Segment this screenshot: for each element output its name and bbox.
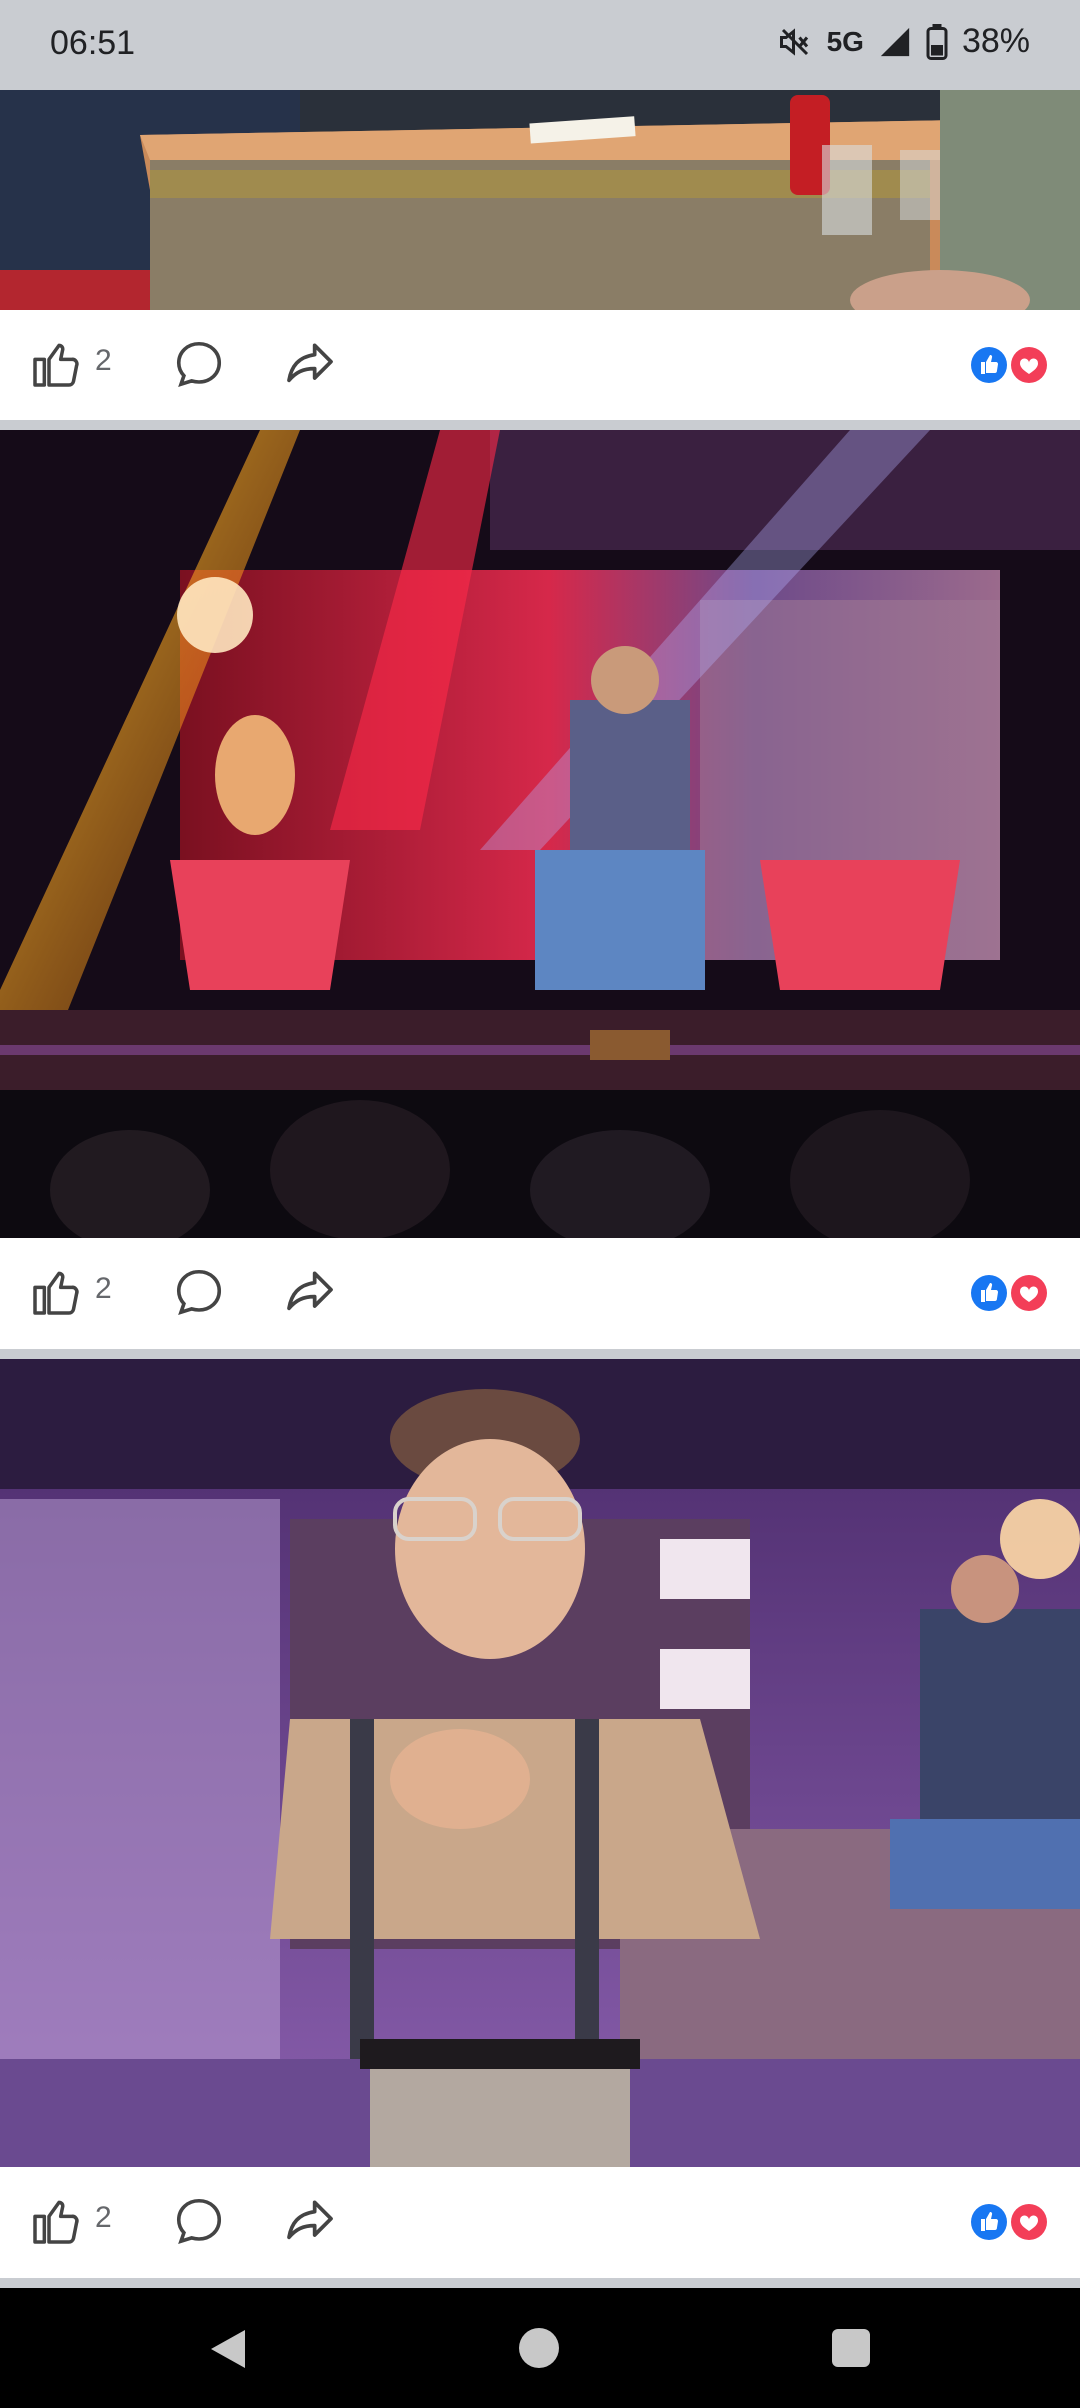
photo-performer (0, 1359, 1080, 2167)
post-action-bar: 2 (0, 1238, 1080, 1350)
post-action-bar: 2 (0, 2167, 1080, 2279)
post-divider (0, 2278, 1080, 2288)
post-divider (0, 420, 1080, 430)
mute-icon (779, 27, 808, 56)
battery-percent: 38% (961, 22, 1030, 60)
status-bar: 06:51 5G 38% (0, 0, 1080, 90)
status-time: 06:51 (50, 24, 136, 62)
post-photo[interactable] (0, 430, 1080, 1238)
status-icons: 5G 38% (777, 22, 1030, 61)
reactions-summary[interactable] (966, 1270, 1050, 1316)
system-nav-bar (0, 2288, 1080, 2408)
battery-icon (926, 23, 948, 60)
signal-icon (880, 27, 910, 56)
post-photo[interactable] (0, 90, 1080, 310)
recents-icon[interactable] (832, 2329, 870, 2367)
like-count: 2 (95, 1272, 112, 1305)
reactions-summary[interactable] (966, 2199, 1050, 2245)
network-type: 5G (826, 25, 864, 57)
like-icon[interactable] (28, 336, 84, 392)
reactions-summary[interactable] (966, 342, 1050, 388)
comment-icon[interactable] (172, 2193, 226, 2249)
post-action-bar: 2 (0, 310, 1080, 422)
comment-icon[interactable] (172, 1264, 226, 1320)
photo-talk-show-table (0, 90, 1080, 310)
post-divider (0, 1349, 1080, 1359)
like-icon[interactable] (28, 1264, 84, 1320)
home-icon[interactable] (519, 2328, 559, 2368)
share-icon[interactable] (282, 1264, 338, 1320)
share-icon[interactable] (282, 336, 338, 392)
comment-icon[interactable] (172, 336, 226, 392)
like-count: 2 (95, 344, 112, 377)
post-photo[interactable] (0, 1359, 1080, 2167)
share-icon[interactable] (282, 2193, 338, 2249)
photo-stage-scene (0, 430, 1080, 1238)
like-count: 2 (95, 2201, 112, 2234)
back-icon[interactable] (207, 2328, 247, 2370)
like-icon[interactable] (28, 2193, 84, 2249)
